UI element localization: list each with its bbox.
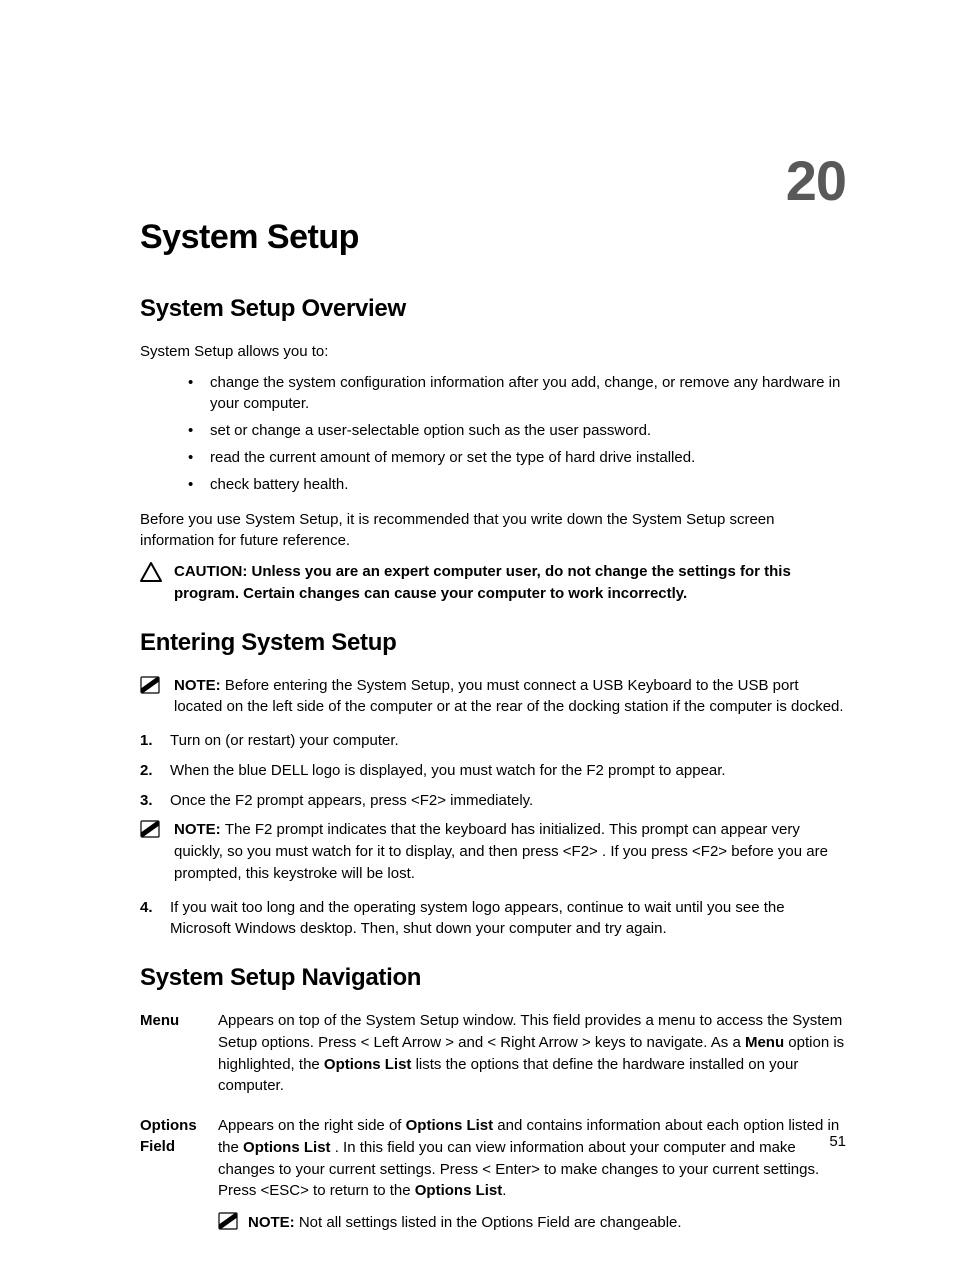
- note-text: NOTE: Not all settings listed in the Opt…: [248, 1212, 682, 1234]
- list-item: 2.When the blue DELL logo is displayed, …: [140, 760, 846, 782]
- intro-paragraph: System Setup allows you to:: [140, 341, 846, 362]
- definition-row: Menu Appears on top of the System Setup …: [140, 1010, 846, 1097]
- desc-options-field: Appears on the right side of Options Lis…: [218, 1115, 846, 1234]
- note-block: NOTE: The F2 prompt indicates that the k…: [140, 819, 846, 884]
- chapter-number: 20: [786, 148, 846, 213]
- page-number: 51: [829, 1133, 846, 1150]
- list-item: 1.Turn on (or restart) your computer.: [140, 730, 846, 752]
- term-menu: Menu: [140, 1010, 202, 1097]
- list-item: check battery health.: [188, 474, 846, 495]
- steps-list-continued: 4.If you wait too long and the operating…: [140, 897, 846, 941]
- desc-menu: Appears on top of the System Setup windo…: [218, 1010, 846, 1097]
- list-item: change the system configuration informat…: [188, 372, 846, 414]
- note-block: NOTE: Not all settings listed in the Opt…: [218, 1212, 846, 1234]
- note-text: NOTE: Before entering the System Setup, …: [174, 675, 846, 719]
- section-overview-heading: System Setup Overview: [140, 295, 846, 323]
- definition-list: Menu Appears on top of the System Setup …: [140, 1010, 846, 1234]
- list-item: 4.If you wait too long and the operating…: [140, 897, 846, 941]
- caution-text: CAUTION: Unless you are an expert comput…: [174, 561, 846, 605]
- list-item: 3.Once the F2 prompt appears, press <F2>…: [140, 790, 846, 812]
- section-navigation-heading: System Setup Navigation: [140, 964, 846, 992]
- feature-list: change the system configuration informat…: [140, 372, 846, 495]
- note-icon: [140, 820, 162, 842]
- caution-icon: [140, 562, 162, 584]
- list-item: read the current amount of memory or set…: [188, 447, 846, 468]
- caution-block: CAUTION: Unless you are an expert comput…: [140, 561, 846, 605]
- definition-row: Options Field Appears on the right side …: [140, 1115, 846, 1234]
- steps-list: 1.Turn on (or restart) your computer. 2.…: [140, 730, 846, 811]
- note-text: NOTE: The F2 prompt indicates that the k…: [174, 819, 846, 884]
- pre-caution-paragraph: Before you use System Setup, it is recom…: [140, 509, 846, 551]
- term-options-field: Options Field: [140, 1115, 202, 1234]
- page-title: System Setup: [140, 218, 846, 257]
- note-icon: [218, 1212, 238, 1230]
- note-icon: [140, 676, 162, 698]
- note-block: NOTE: Before entering the System Setup, …: [140, 675, 846, 719]
- list-item: set or change a user-selectable option s…: [188, 420, 846, 441]
- section-entering-heading: Entering System Setup: [140, 629, 846, 657]
